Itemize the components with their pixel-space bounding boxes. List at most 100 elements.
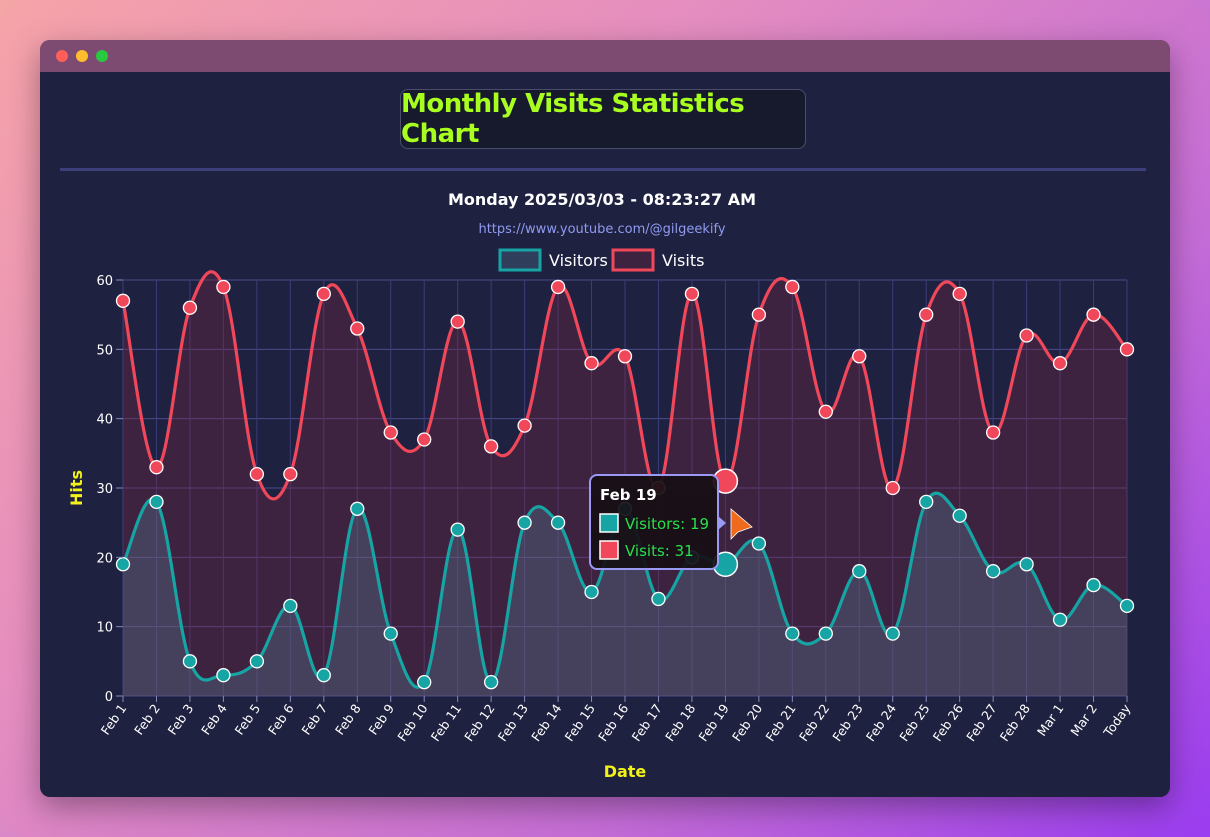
data-point-visits[interactable]	[919, 307, 934, 322]
data-point-visitors[interactable]	[818, 626, 833, 641]
data-point-visits[interactable]	[517, 418, 532, 433]
data-point-visits[interactable]	[450, 314, 465, 329]
x-tick-label: Feb 7	[298, 701, 330, 738]
data-point-visitors[interactable]	[115, 557, 131, 572]
data-point-visits[interactable]	[885, 480, 900, 496]
data-point-visits[interactable]	[483, 439, 499, 454]
data-point-visits[interactable]	[383, 425, 398, 440]
x-tick-label: Feb 21	[762, 701, 798, 744]
data-point-visits[interactable]	[550, 279, 566, 295]
background: Monthly Visits Statistics Chart Monday 2…	[0, 0, 1210, 837]
data-point-visits[interactable]	[617, 349, 633, 364]
data-point-visitors[interactable]	[350, 501, 365, 516]
data-point-visitors[interactable]	[1052, 612, 1068, 627]
data-point-visits[interactable]	[684, 286, 700, 302]
x-tick-label: Feb 20	[729, 701, 765, 744]
x-tick-label: Feb 24	[863, 701, 899, 744]
x-tick-label: Feb 2	[131, 701, 163, 738]
x-tick-label: Feb 8	[332, 701, 364, 738]
data-point-visits[interactable]	[249, 466, 265, 482]
x-tick-label: Feb 26	[930, 701, 966, 744]
legend-label-visits[interactable]: Visits	[662, 251, 704, 270]
x-tick-label: Feb 23	[829, 701, 865, 744]
x-tick-label: Feb 12	[461, 701, 497, 744]
data-point-visits[interactable]	[751, 307, 767, 322]
data-point-visitors[interactable]	[517, 515, 532, 530]
chart-legend: Visitors Visits	[498, 248, 704, 272]
line-chart[interactable]: Monday 2025/03/03 - 08:23:27 AM https://…	[40, 40, 1170, 797]
data-point-visitors[interactable]	[919, 494, 934, 510]
y-axis-ticks: 0 10 20 30 40 50 60	[96, 274, 123, 705]
tooltip-swatch-visits	[599, 540, 619, 560]
x-tick-label: Feb 14	[528, 701, 564, 744]
data-point-visits[interactable]	[785, 279, 800, 295]
data-point-visitors[interactable]	[885, 626, 900, 641]
data-point-visits[interactable]	[115, 293, 131, 308]
data-point-visitors[interactable]	[985, 564, 1001, 579]
data-point-visitors[interactable]	[751, 536, 767, 551]
x-axis-ticks: Feb 1 Feb 2 Feb 3 Feb 4 Feb 5 Feb 6 Feb 7 Feb 8…	[98, 696, 1134, 744]
chart-subtitle-link[interactable]: https://www.youtube.com/@gilgeekify	[478, 222, 725, 237]
data-point-visitors[interactable]	[450, 522, 465, 537]
x-tick-label: Mar 2	[1067, 701, 1100, 739]
data-point-visits[interactable]	[149, 460, 164, 475]
y-tick-label: 10	[96, 621, 113, 636]
data-point-visits[interactable]	[818, 404, 833, 419]
data-point-visits[interactable]	[350, 321, 365, 336]
data-point-visits[interactable]	[1086, 307, 1101, 322]
y-tick-label: 20	[96, 551, 113, 566]
y-tick-label: 60	[96, 274, 113, 289]
data-point-visits[interactable]	[1119, 342, 1135, 357]
data-point-visits[interactable]	[952, 286, 967, 302]
x-tick-label: Mar 1	[1034, 701, 1067, 739]
x-tick-label: Feb 16	[595, 701, 631, 744]
data-point-visitors[interactable]	[182, 654, 198, 669]
x-tick-label: Feb 3	[165, 701, 197, 738]
data-point-visits[interactable]	[1052, 356, 1068, 371]
x-tick-label: Feb 17	[629, 701, 665, 744]
y-tick-label: 40	[96, 413, 113, 428]
data-point-visitors[interactable]	[1086, 577, 1101, 593]
data-point-visits[interactable]	[985, 425, 1001, 440]
app-window: Monthly Visits Statistics Chart Monday 2…	[40, 40, 1170, 797]
x-tick-label: Feb 10	[394, 701, 430, 744]
x-tick-label: Feb 13	[495, 701, 531, 744]
data-point-visitors[interactable]	[383, 626, 398, 641]
data-point-visitors[interactable]	[952, 508, 967, 523]
data-point-visitors[interactable]	[1119, 598, 1135, 614]
data-point-visitors[interactable]	[483, 674, 499, 690]
legend-swatch-visits[interactable]	[611, 248, 655, 272]
data-point-visitors[interactable]	[1019, 557, 1034, 572]
data-point-visitors[interactable]	[249, 654, 265, 669]
data-point-visits[interactable]	[1019, 328, 1034, 343]
legend-swatch-visitors[interactable]	[498, 248, 542, 272]
data-point-visits[interactable]	[417, 432, 432, 447]
tooltip-swatch-visitors	[599, 513, 619, 533]
tooltip-line-visitors: Visitors: 19	[625, 515, 709, 533]
x-axis-label: Date	[604, 762, 647, 781]
x-tick-label: Feb 5	[231, 701, 263, 738]
data-point-visitors[interactable]	[852, 564, 867, 579]
data-point-visits[interactable]	[283, 466, 298, 482]
legend-label-visitors[interactable]: Visitors	[549, 251, 608, 270]
data-point-visitors[interactable]	[584, 584, 599, 600]
x-tick-label: Feb 28	[997, 701, 1033, 744]
x-tick-label: Feb 27	[963, 701, 999, 744]
data-point-visitors[interactable]	[149, 494, 164, 510]
data-point-visits[interactable]	[316, 286, 331, 302]
data-point-visits[interactable]	[852, 349, 867, 364]
data-point-visitors[interactable]	[550, 515, 566, 530]
data-point-visitors[interactable]	[651, 591, 666, 607]
data-point-visits[interactable]	[216, 279, 231, 295]
x-tick-label: Feb 6	[265, 701, 297, 738]
data-point-visitors[interactable]	[216, 668, 231, 683]
data-point-visitors[interactable]	[283, 598, 298, 614]
data-point-visitors[interactable]	[316, 668, 331, 683]
tooltip-line-visits: Visits: 31	[625, 542, 694, 560]
data-point-visitors[interactable]	[785, 626, 800, 641]
data-point-visits[interactable]	[584, 356, 599, 371]
data-point-visits[interactable]	[182, 300, 198, 315]
y-axis-label: Hits	[67, 470, 86, 506]
y-tick-label: 0	[105, 690, 113, 705]
data-point-visitors[interactable]	[417, 674, 432, 690]
